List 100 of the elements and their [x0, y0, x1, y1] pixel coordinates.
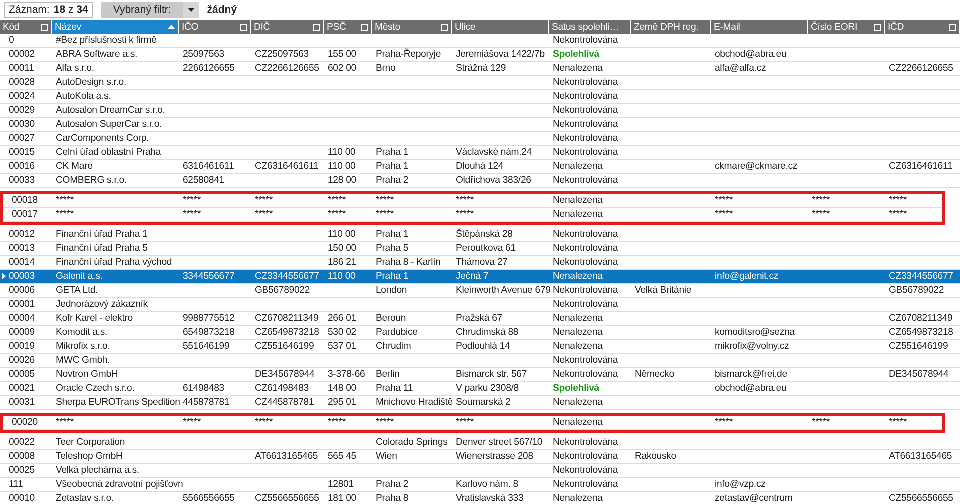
column-header[interactable]: Země DPH reg.	[631, 20, 711, 34]
column-header[interactable]: Název	[52, 20, 179, 34]
table-cell: Rakousko	[635, 451, 676, 462]
table-row[interactable]: 00027 CarComponents Corp. Nekontrolována	[0, 132, 960, 146]
table-cell: 00010	[9, 493, 35, 504]
table-row[interactable]: 00012 Finanční úřad Praha 1 110 00 Praha 1 Štěpánská 28 Nekontrolována	[0, 228, 960, 242]
table-cell: 00026	[9, 355, 35, 366]
table-cell: Nekontrolována	[553, 77, 618, 88]
table-cell: 0	[9, 35, 14, 46]
table-cell: Praha 1	[376, 271, 409, 282]
column-header[interactable]: IČO	[179, 20, 251, 34]
table-cell: 12801	[328, 479, 354, 490]
table-cell: 00027	[9, 133, 35, 144]
table-row[interactable]: 00010 Zetastav s.r.o. 5566556655 CZ5566556655 181 00 Praha 8 Vratislavská 333 Nenalezena zetastav@centrum CZ5566556655	[0, 492, 960, 504]
table-cell: DE345678944	[255, 369, 315, 380]
table-row[interactable]: 00028 AutoDesign s.r.o. Nekontrolována	[0, 76, 960, 90]
column-header[interactable]: E-Mail	[711, 20, 808, 34]
table-cell: 181 00	[328, 493, 356, 504]
table-row[interactable]: 00020 ***** ***** ***** ***** ***** ***** Nenalezena ***** ***** *****	[3, 416, 942, 430]
table-row[interactable]: 00016 CK Mare 6316461611 CZ6316461611 110 00 Praha 1 Dlouhá 124 Nenalezena ckmare@ckmare.cz CZ6316461611	[0, 160, 960, 174]
column-header[interactable]: Satus spolehli…	[549, 20, 631, 34]
table-row[interactable]: 00002 ABRA Software a.s. 25097563 CZ25097563 155 00 Praha-Řeporyje Jeremiášova 1422/7b Spolehlivá obchod@abra.eu	[0, 48, 960, 62]
table-cell: AT6613165465	[255, 451, 318, 462]
table-row[interactable]: 00031 Sherpa EUROTrans Spedition 445878781 CZ445878781 295 01 Mnichovo Hradiště Soumarská 2 Nenalezena	[0, 396, 960, 410]
table-cell: 5566556655	[183, 493, 235, 504]
filter-square-icon[interactable]	[240, 24, 247, 30]
table-cell: 111	[9, 479, 24, 490]
column-header[interactable]: Město	[372, 20, 452, 34]
table-row[interactable]: 00015 Celní úřad oblastní Praha 110 00 Praha 1 Václavské nám.24 Nekontrolována	[0, 146, 960, 160]
table-cell: *****	[56, 417, 74, 428]
table-cell: Nekontrolována	[553, 355, 618, 366]
table-cell: Podlouhlá 14	[456, 341, 510, 352]
filter-square-icon[interactable]	[361, 24, 368, 30]
table-cell: CarComponents Corp.	[56, 133, 150, 144]
table-row[interactable]: 00011 Alfa s.r.o. 2266126655 CZ2266126655 602 00 Brno Strážná 129 Nenalezena alfa@alfa.cz CZ2266126655	[0, 62, 960, 76]
table-cell: *****	[376, 417, 394, 428]
table-cell: CZ3344556677	[255, 271, 320, 282]
table-cell: Kofr Karel - elektro	[56, 313, 133, 324]
filter-square-icon[interactable]	[874, 24, 881, 30]
table-cell: Peroutkova 61	[456, 243, 516, 254]
table-row[interactable]: 00033 COMBERG s.r.o. 62580841 128 00 Praha 2 Oldřichova 383/26 Nekontrolována	[0, 174, 960, 188]
column-header[interactable]: Číslo EORI	[808, 20, 885, 34]
table-row[interactable]: 00030 Autosalon SuperCar s.r.o. Nekontrolována	[0, 118, 960, 132]
table-row[interactable]: 00013 Finanční úřad Praha 5 150 00 Praha 5 Peroutkova 61 Nekontrolována	[0, 242, 960, 256]
filter-square-icon[interactable]	[949, 24, 956, 30]
table-cell: *****	[183, 195, 201, 206]
table-cell: London	[376, 285, 408, 296]
table-cell: Strážná 129	[456, 63, 506, 74]
table-row[interactable]: 111 Všeobecná zdravotní pojišťovn 12801 Praha 2 Karlovo nám. 8 Nekontrolována info@vzp.cz	[0, 478, 960, 492]
column-header[interactable]: DIČ	[251, 20, 324, 34]
column-header[interactable]: Ulice	[452, 20, 549, 34]
table-cell: Wien	[376, 451, 398, 462]
table-row[interactable]: 00021 Oracle Czech s.r.o. 61498483 CZ61498483 148 00 Praha 11 V parku 2308/8 Spolehlivá obchod@abra.eu	[0, 382, 960, 396]
table-row[interactable]: 00005 Novtron GmbH DE345678944 3-378-66 Berlin Bismarck str. 567 Nekontrolována Německo bismarck@frei.de DE345678944	[0, 368, 960, 382]
table-row[interactable]: 00004 Kofr Karel - elektro 9988775512 CZ6708211349 266 01 Beroun Pražská 67 Nenalezena CZ6708211349	[0, 312, 960, 326]
table-cell: zetastav@centrum	[715, 493, 793, 504]
table-cell: MWC Gmbh.	[56, 355, 110, 366]
table-cell: 00014	[9, 257, 35, 268]
table-cell: Praha 2	[376, 175, 409, 186]
table-cell: Velká plechárna a.s.	[56, 465, 140, 476]
table-row[interactable]: 00001 Jednorázový zákazník Nekontrolována	[0, 298, 960, 312]
column-header[interactable]: PSČ	[324, 20, 372, 34]
table-cell: Praha 1	[376, 147, 409, 158]
table-cell: 61498483	[183, 383, 224, 394]
dropdown-button[interactable]	[183, 2, 200, 18]
table-cell: Nenalezena	[553, 493, 603, 504]
table-cell: *****	[889, 195, 907, 206]
column-header[interactable]: IČD	[885, 20, 960, 34]
table-cell: Všeobecná zdravotní pojišťovn	[56, 479, 184, 490]
filter-square-icon[interactable]	[441, 24, 448, 30]
table-row[interactable]: 00019 Mikrofix s.r.o. 551646199 CZ551646199 537 01 Chrudim Podlouhlá 14 Nenalezena mikrofix@volny.cz CZ551646199	[0, 340, 960, 354]
table-cell: Finanční úřad Praha východ	[56, 257, 172, 268]
table-row[interactable]: 00029 Autosalon DreamCar s.r.o. Nekontrolována	[0, 104, 960, 118]
table-row[interactable]: 00003 Galenit a.s. 3344556677 CZ3344556677 110 00 Praha 1 Ječná 7 Nenalezena info@galenit.cz CZ3344556677	[0, 270, 960, 284]
table-cell: 266 01	[328, 313, 356, 324]
filter-square-icon[interactable]	[313, 24, 320, 30]
table-cell: Nenalezena	[553, 195, 603, 206]
table-cell: 00011	[9, 63, 34, 74]
table-row[interactable]: 00026 MWC Gmbh. Nekontrolována	[0, 354, 960, 368]
table-row[interactable]: 00024 AutoKola a.s. Nekontrolována	[0, 90, 960, 104]
table-row[interactable]: 00009 Komodit a.s. 6549873218 CZ6549873218 530 02 Pardubice Chrudimská 88 Nenalezena komoditsro@sezna CZ6549873218	[0, 326, 960, 340]
table-cell: CZ61498483	[255, 383, 309, 394]
table-row[interactable]: 0 #Bez příslušnosti k firmě Nekontrolována	[0, 34, 960, 48]
table-cell: Nenalezena	[553, 161, 603, 172]
table-cell: Spolehlivá	[553, 383, 600, 394]
table-cell: 295 01	[328, 397, 356, 408]
table-row[interactable]: 00018 ***** ***** ***** ***** ***** ***** Nenalezena ***** ***** *****	[3, 194, 942, 208]
table-row[interactable]: 00025 Velká plechárna a.s. Nekontrolována	[0, 464, 960, 478]
table-cell: *****	[255, 417, 273, 428]
table-row[interactable]: 00006 GETA Ltd. GB56789022 London Kleinworth Avenue 679 Nekontrolována Velká Británie GB56789022	[0, 284, 960, 298]
table-cell: Zetastav s.r.o.	[56, 493, 114, 504]
table-cell: ABRA Software a.s.	[56, 49, 138, 60]
table-cell: 551646199	[183, 341, 230, 352]
table-row[interactable]: 00008 Teleshop GmbH AT6613165465 565 45 Wien Wienerstrasse 208 Nekontrolována Rakousko AT6613165465	[0, 450, 960, 464]
filter-button[interactable]: Vybraný filtr:	[101, 2, 184, 18]
table-cell: Nenalezena	[553, 63, 603, 74]
table-row[interactable]: 00022 Teer Corporation Colorado Springs Denver street 567/10 Nekontrolována	[0, 436, 960, 450]
filter-square-icon[interactable]	[41, 24, 48, 30]
table-row[interactable]: 00017 ***** ***** ***** ***** ***** ***** Nenalezena ***** ***** *****	[3, 208, 942, 222]
table-cell: bismarck@frei.de	[715, 369, 788, 380]
